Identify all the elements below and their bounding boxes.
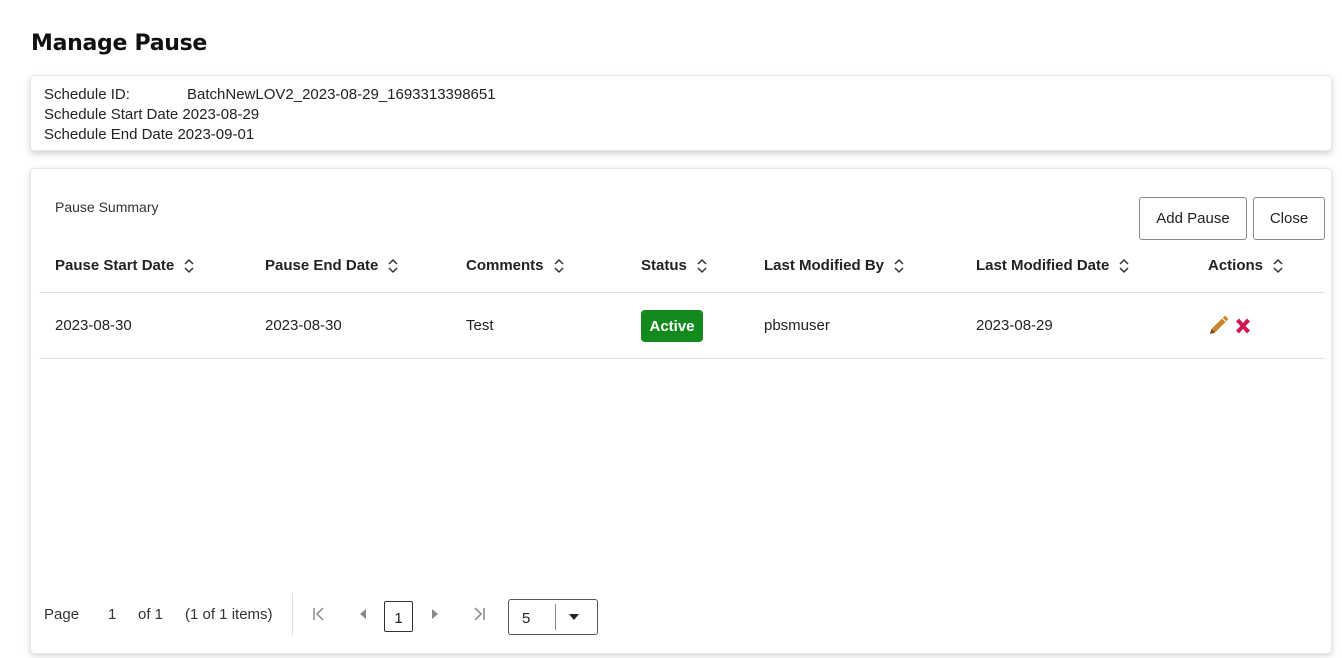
delete-icon[interactable] [1232, 315, 1254, 337]
cell-pause-end-date: 2023-08-30 [265, 317, 342, 334]
pager-page-input[interactable]: 1 [108, 606, 116, 623]
pause-summary-card: Pause Summary Add Pause Close Pause Star… [30, 168, 1332, 654]
cell-comments: Test [466, 317, 494, 334]
prev-page-icon[interactable] [352, 603, 374, 625]
page-size-dropdown[interactable]: 5 [508, 599, 598, 635]
cell-last-modified-date: 2023-08-29 [976, 317, 1053, 334]
chevron-down-icon [569, 614, 579, 620]
status-badge: Active [641, 310, 703, 342]
pager-of-label: of 1 [138, 606, 164, 623]
pager-items-label: (1 of 1 items) [185, 606, 273, 623]
page-title: Manage Pause [31, 31, 208, 56]
pager-page-label: Page [44, 606, 80, 623]
grid-header: Pause Start Date Pause End Date Comments… [39, 249, 1325, 293]
column-header-label: Pause Start Date [55, 257, 175, 274]
column-header-label: Last Modified By [764, 257, 885, 274]
column-header-label: Status [641, 257, 687, 274]
cell-pause-start-date: 2023-08-30 [55, 317, 132, 334]
schedule-id-value: BatchNewLOV2_2023-08-29_1693313398651 [187, 86, 496, 103]
column-header-pause-start-date[interactable]: Pause Start Date [55, 257, 195, 274]
add-pause-button[interactable]: Add Pause [1139, 197, 1247, 240]
close-button[interactable]: Close [1253, 197, 1325, 240]
sort-icon [184, 258, 194, 273]
sort-icon [388, 258, 398, 273]
schedule-end-row: Schedule End Date 2023-09-01 [44, 126, 254, 143]
schedule-id-label: Schedule ID: [44, 86, 130, 103]
sort-icon [1119, 258, 1129, 273]
current-page-button[interactable]: 1 [384, 601, 413, 632]
page-size-value: 5 [522, 610, 531, 627]
sort-icon [894, 258, 904, 273]
schedule-end-value: 2023-09-01 [177, 126, 255, 143]
column-header-last-modified-by[interactable]: Last Modified By [764, 257, 905, 274]
column-header-label: Comments [466, 257, 544, 274]
next-page-icon[interactable] [424, 603, 446, 625]
schedule-end-label: Schedule End Date [44, 126, 174, 143]
schedule-info-card: Schedule ID: BatchNewLOV2_2023-08-29_169… [30, 75, 1332, 151]
schedule-id-row: Schedule ID: BatchNewLOV2_2023-08-29_169… [44, 86, 496, 103]
column-header-label: Actions [1208, 257, 1264, 274]
schedule-start-label: Schedule Start Date [44, 106, 179, 123]
sort-icon [697, 258, 707, 273]
cell-last-modified-by: pbsmuser [764, 317, 830, 334]
sort-icon [553, 258, 564, 273]
page-size-divider [555, 604, 556, 630]
column-header-pause-end-date[interactable]: Pause End Date [265, 257, 399, 274]
column-header-comments[interactable]: Comments [466, 257, 565, 274]
last-page-icon[interactable] [468, 603, 490, 625]
edit-icon[interactable] [1207, 315, 1229, 337]
pager-divider [292, 593, 293, 635]
sort-icon [1273, 258, 1283, 273]
schedule-start-row: Schedule Start Date 2023-08-29 [44, 106, 259, 123]
column-header-label: Pause End Date [265, 257, 379, 274]
pause-summary-title: Pause Summary [55, 199, 159, 215]
column-header-actions[interactable]: Actions [1208, 257, 1284, 274]
pager: Page 1 of 1 (1 of 1 items) 1 5 [31, 589, 631, 641]
column-header-status[interactable]: Status [641, 257, 708, 274]
table-row: 2023-08-30 2023-08-30 Test Active pbsmus… [39, 293, 1325, 359]
schedule-start-value: 2023-08-29 [182, 106, 260, 123]
column-header-label: Last Modified Date [976, 257, 1110, 274]
column-header-last-modified-date[interactable]: Last Modified Date [976, 257, 1130, 274]
first-page-icon[interactable] [308, 603, 330, 625]
